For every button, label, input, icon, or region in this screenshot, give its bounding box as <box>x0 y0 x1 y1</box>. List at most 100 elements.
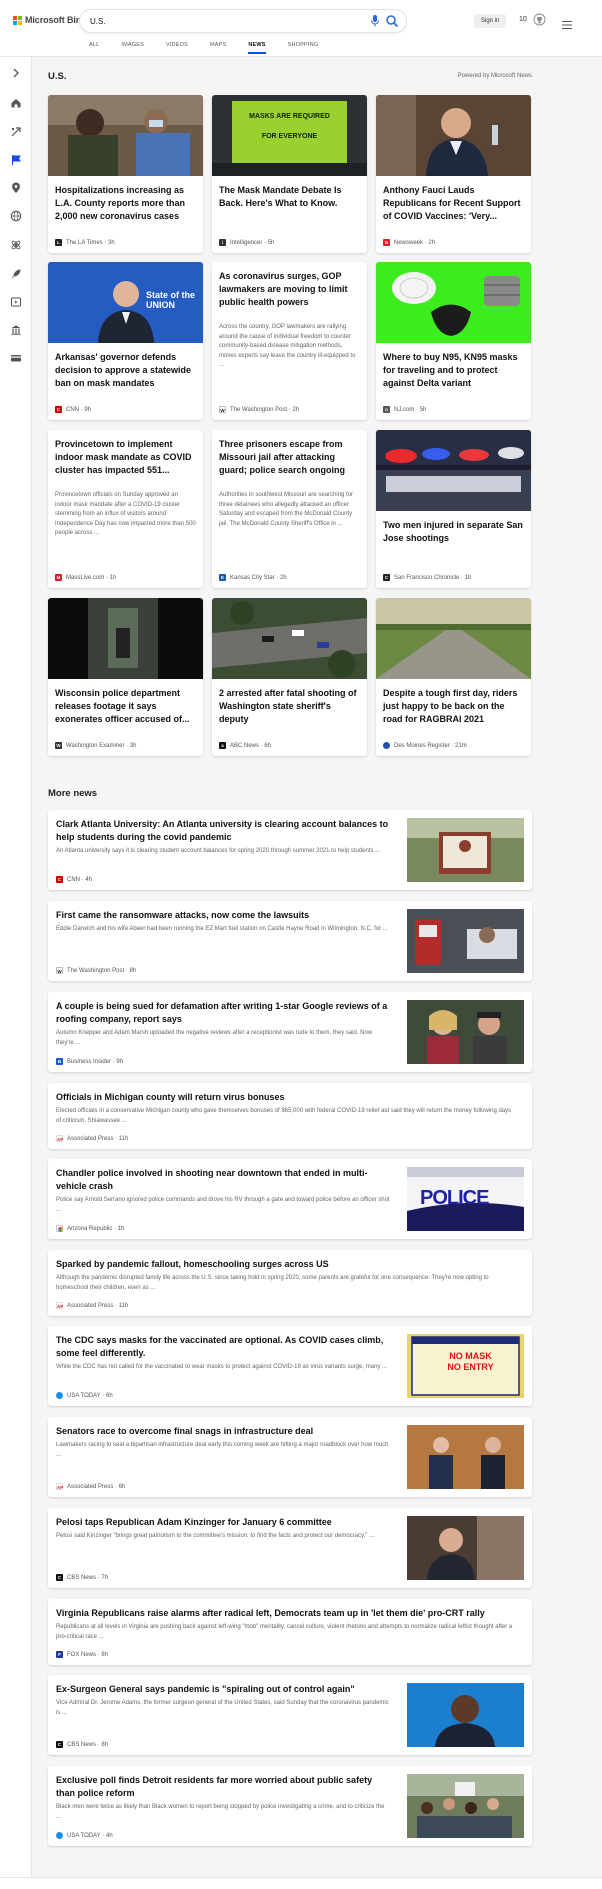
card-title[interactable]: Where to buy N95, KN95 masks for traveli… <box>383 351 524 390</box>
source-name: Des Moines Register <box>394 742 450 749</box>
news-list-item[interactable]: A couple is being sued for defamation af… <box>48 992 532 1072</box>
abc-news-logo-icon: a <box>219 742 226 749</box>
top-stories-icon[interactable] <box>10 126 22 138</box>
item-title[interactable]: Pelosi taps Republican Adam Kinzinger fo… <box>56 1516 390 1529</box>
news-list-item[interactable]: The CDC says masks for the vaccinated ar… <box>48 1326 532 1406</box>
microphone-icon[interactable] <box>369 14 381 28</box>
source-name: USA TODAY <box>67 1832 101 1839</box>
card-title[interactable]: Provincetown to implement indoor mask ma… <box>55 438 196 477</box>
news-list-item[interactable]: Clark Atlanta University: An Atlanta uni… <box>48 810 532 890</box>
tab-videos[interactable]: VIDEOS <box>166 42 188 54</box>
news-card[interactable]: Two men injured in separate San Jose sho… <box>376 430 531 588</box>
washington-post-logo-icon: W <box>219 406 226 413</box>
card-source: L The LA Times · 3h <box>55 239 115 246</box>
news-list-item[interactable]: Virginia Republicans raise alarms after … <box>48 1599 532 1665</box>
item-title[interactable]: Senators race to overcome final snags in… <box>56 1425 390 1438</box>
source-name: Associated Press <box>67 1135 114 1142</box>
news-card[interactable]: Three prisoners escape from Missouri jai… <box>212 430 367 588</box>
bing-logo[interactable]: Microsoft Bing <box>13 15 87 25</box>
card-source: W The Washington Post · 2h <box>219 406 300 413</box>
news-list-item[interactable]: Exclusive poll finds Detroit residents f… <box>48 1766 532 1846</box>
item-title[interactable]: A couple is being sued for defamation af… <box>56 1000 390 1026</box>
tab-images[interactable]: IMAGES <box>121 42 144 54</box>
news-card[interactable]: Where to buy N95, KN95 masks for traveli… <box>376 262 531 420</box>
news-card[interactable]: Provincetown to implement indoor mask ma… <box>48 430 203 588</box>
item-snippet: An Atlanta university says it is clearin… <box>56 848 381 854</box>
item-source: C CBS News · 8h <box>56 1741 109 1748</box>
tab-news[interactable]: NEWS <box>248 42 266 54</box>
news-card[interactable]: Wisconsin police department releases foo… <box>48 598 203 756</box>
local-news-pin-icon[interactable] <box>10 182 22 194</box>
news-list-item[interactable]: Chandler police involved in shooting nea… <box>48 1159 532 1239</box>
news-list-item[interactable]: First came the ransomware attacks, now c… <box>48 901 532 981</box>
rewards-points[interactable]: 10 <box>519 16 527 23</box>
news-list-item[interactable]: Senators race to overcome final snags in… <box>48 1417 532 1497</box>
source-name: The Washington Post <box>67 967 125 974</box>
card-snippet: Authorities in southwest Missouri are se… <box>219 492 354 527</box>
news-list-item[interactable]: Officials in Michigan county will return… <box>48 1083 532 1149</box>
news-list-item[interactable]: Ex-Surgeon General says pandemic is "spi… <box>48 1675 532 1755</box>
expand-chevron-icon[interactable] <box>10 67 22 79</box>
card-title[interactable]: Wisconsin police department releases foo… <box>55 687 196 726</box>
source-name: ABC News <box>230 742 260 749</box>
tab-shopping[interactable]: SHOPPING <box>288 42 319 54</box>
rewards-trophy-icon[interactable] <box>533 13 546 27</box>
powered-by-label[interactable]: Powered by Microsoft News <box>458 73 532 79</box>
card-title[interactable]: The Mask Mandate Debate Is Back. Here's … <box>219 184 360 210</box>
news-card[interactable]: Despite a tough first day, riders just h… <box>376 598 531 756</box>
search-icon[interactable] <box>385 14 399 28</box>
item-title[interactable]: Sparked by pandemic fallout, homeschooli… <box>56 1258 516 1271</box>
card-title[interactable]: Anthony Fauci Lauds Republicans for Rece… <box>383 184 524 223</box>
card-snippet: Across the country, GOP lawmakers are ra… <box>219 324 356 368</box>
item-source: F FOX News · 8h <box>56 1651 108 1658</box>
source-name: CBS News <box>67 1741 97 1748</box>
search-input[interactable] <box>90 14 360 28</box>
politics-building-icon[interactable] <box>10 324 22 336</box>
search-box <box>80 10 406 32</box>
item-source: USA TODAY · 6h <box>56 1392 113 1399</box>
item-title[interactable]: The CDC says masks for the vaccinated ar… <box>56 1334 390 1360</box>
card-title[interactable]: Arkansas' governor defends decision to a… <box>55 351 196 390</box>
science-icon[interactable] <box>10 239 22 251</box>
world-globe-icon[interactable] <box>10 210 22 222</box>
item-time: 11h <box>118 1302 129 1309</box>
item-title[interactable]: Clark Atlanta University: An Atlanta uni… <box>56 818 390 844</box>
source-name: Newsweek <box>394 239 424 246</box>
card-title[interactable]: As coronavirus surges, GOP lawmakers are… <box>219 270 360 309</box>
money-card-icon[interactable] <box>10 352 22 364</box>
news-card[interactable]: 2 arrested after fatal shooting of Washi… <box>212 598 367 756</box>
entertainment-icon[interactable] <box>10 296 22 308</box>
item-title[interactable]: Officials in Michigan county will return… <box>56 1091 516 1104</box>
item-title[interactable]: Exclusive poll finds Detroit residents f… <box>56 1774 390 1800</box>
news-list-item[interactable]: Sparked by pandemic fallout, homeschooli… <box>48 1250 532 1316</box>
cnn-logo-icon: C <box>55 406 62 413</box>
tab-maps[interactable]: MAPS <box>210 42 226 54</box>
la-times-logo-icon: L <box>55 239 62 246</box>
search-vertical-tabs: ALL IMAGES VIDEOS MAPS NEWS SHOPPING <box>89 42 340 54</box>
cbs-news-logo-icon: C <box>56 1741 63 1748</box>
item-title[interactable]: First came the ransomware attacks, now c… <box>56 909 390 922</box>
source-name: CNN <box>66 406 79 413</box>
news-card[interactable]: As coronavirus surges, GOP lawmakers are… <box>212 262 367 420</box>
sign-in-button[interactable]: Sign in <box>474 14 507 28</box>
item-title[interactable]: Chandler police involved in shooting nea… <box>56 1167 390 1193</box>
card-title[interactable]: 2 arrested after fatal shooting of Washi… <box>219 687 360 726</box>
card-title[interactable]: Hospitalizations increasing as L.A. Coun… <box>55 184 196 223</box>
item-time: 4h <box>106 1832 113 1839</box>
news-card[interactable]: MASKS ARE REQUIRED FOR EVERYONE The Mask… <box>212 95 367 253</box>
news-card[interactable]: Hospitalizations increasing as L.A. Coun… <box>48 95 203 253</box>
news-card[interactable]: State of the UNION Arkansas' governor de… <box>48 262 203 420</box>
tab-all[interactable]: ALL <box>89 42 99 54</box>
item-title[interactable]: Ex-Surgeon General says pandemic is "spi… <box>56 1683 390 1696</box>
hamburger-menu-icon[interactable] <box>562 16 572 29</box>
brand-name: Microsoft Bing <box>25 15 87 25</box>
news-card[interactable]: Anthony Fauci Lauds Republicans for Rece… <box>376 95 531 253</box>
card-title[interactable]: Despite a tough first day, riders just h… <box>383 687 524 726</box>
technology-rocket-icon[interactable] <box>10 268 22 280</box>
home-icon[interactable] <box>10 97 22 109</box>
us-news-flag-icon[interactable] <box>10 154 22 166</box>
card-title[interactable]: Two men injured in separate San Jose sho… <box>383 519 524 545</box>
card-title[interactable]: Three prisoners escape from Missouri jai… <box>219 438 360 477</box>
news-list-item[interactable]: Pelosi taps Republican Adam Kinzinger fo… <box>48 1508 532 1588</box>
item-title[interactable]: Virginia Republicans raise alarms after … <box>56 1607 516 1620</box>
